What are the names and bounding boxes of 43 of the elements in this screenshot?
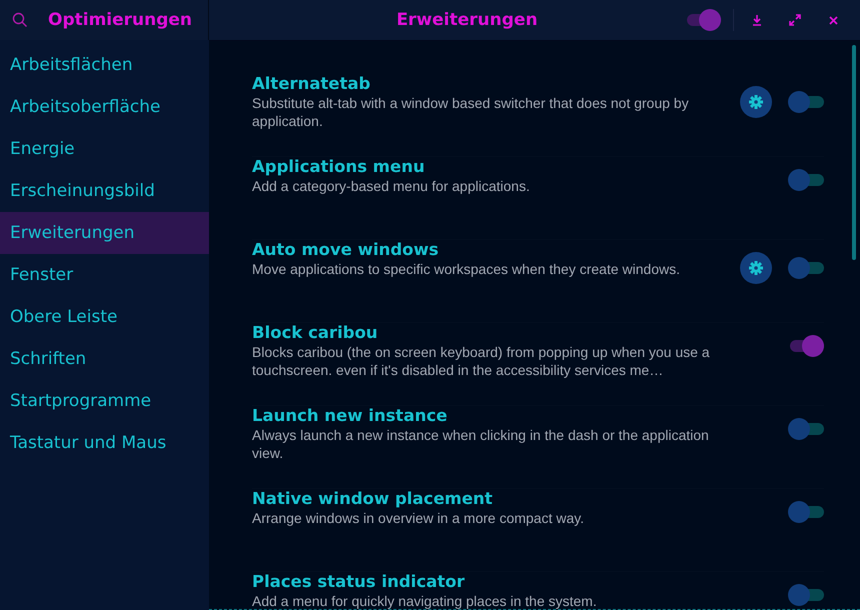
extension-name: Applications menu [252,157,426,176]
extension-description: Arrange windows in overview in a more compact way. [252,509,585,527]
extension-description: Substitute alt-tab with a window based switcher that does not group by application. [252,94,690,130]
extension-name: Places status indicator [252,572,466,591]
toggle-switch[interactable] [788,501,824,523]
sidebar-item[interactable]: Fenster [0,254,209,296]
extension-name: Native window placement [252,489,494,508]
toggle-switch[interactable] [788,257,824,279]
maximize-icon [789,14,801,26]
sidebar-item[interactable]: Schriften [0,338,209,380]
sidebar-item[interactable]: Obere Leiste [0,296,209,338]
settings-icon [749,261,763,275]
toggle-switch[interactable] [685,9,721,31]
settings-icon [749,95,763,109]
toggle-switch[interactable] [788,91,824,113]
scrollbar[interactable] [852,45,856,260]
extension-description: Blocks caribou (the on screen keyboard) from popping up when you use a touchscreen. even if it's disabled in the accessibility services me… [252,343,711,379]
extension-description: Add a category-based menu for applications. [252,177,531,195]
extension-description: Always launch a new instance when clicking in the dash or the application view. [252,426,710,462]
extension-name: Launch new instance [252,406,448,425]
settings-button[interactable] [740,86,772,118]
extension-description: Move applications to specific workspaces when they create windows. [252,260,681,278]
extension-name: Block caribou [252,323,379,342]
extension-name: Auto move windows [252,240,440,259]
toggle-switch[interactable] [788,584,824,606]
sidebar-item[interactable]: Erweiterungen [0,212,209,254]
sidebar-item[interactable]: Energie [0,128,209,170]
close-icon [828,16,838,24]
toggle-switch[interactable] [788,335,824,357]
settings-button[interactable] [740,252,772,284]
sidebar-title: Optimierungen [48,10,192,30]
download-icon [752,14,762,26]
sidebar-item[interactable]: Arbeitsflächen [0,44,209,86]
search-icon[interactable] [12,12,28,28]
toggle-switch[interactable] [788,169,824,191]
sidebar-item[interactable]: Arbeitsoberfläche [0,86,209,128]
window-title: Erweiterungen [395,10,539,30]
sidebar-item[interactable]: Startprogramme [0,380,209,422]
toggle-switch[interactable] [788,418,824,440]
sidebar-item[interactable]: Tastatur und Maus [0,422,209,464]
extension-description: Add a menu for quickly navigating places in the system. [252,592,598,610]
extension-name: Alternatetab [252,74,372,93]
sidebar-item[interactable]: Erscheinungsbild [0,170,209,212]
